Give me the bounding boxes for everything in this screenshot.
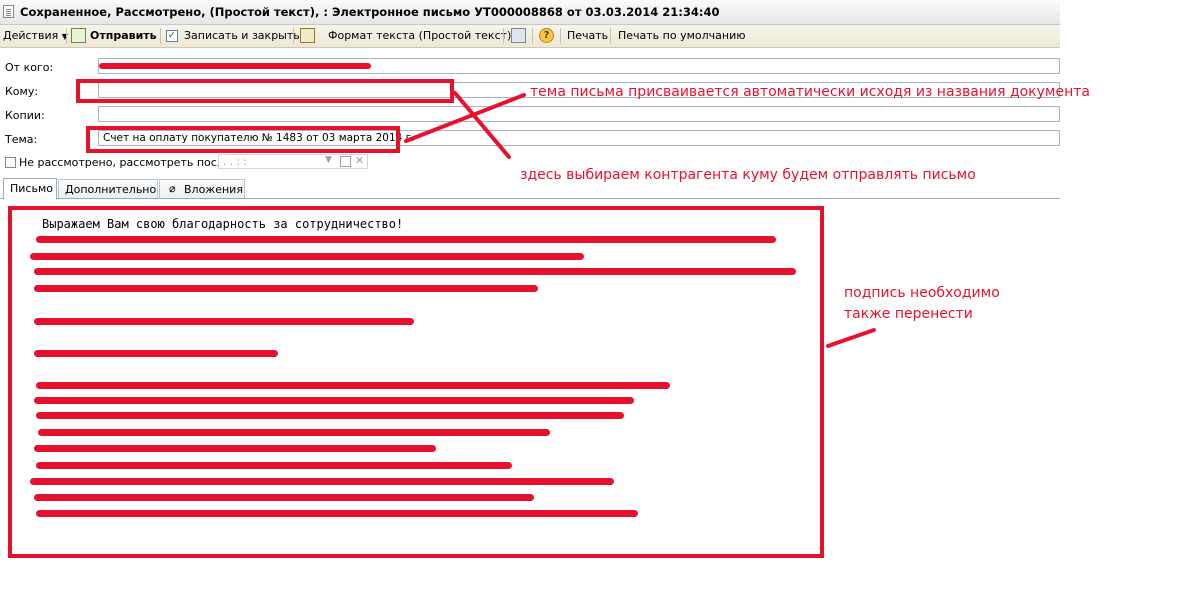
- signature-annotation-line1: подпись необходимо: [844, 285, 1000, 301]
- recipient-annotation-text: здесь выбираем контрагента куму будем от…: [520, 167, 976, 183]
- signature-annotation-line2: также перенести: [844, 306, 973, 322]
- signature-pointer-line: [826, 328, 876, 348]
- subject-annotation-text: тема письма присваивается автоматически …: [530, 84, 1090, 100]
